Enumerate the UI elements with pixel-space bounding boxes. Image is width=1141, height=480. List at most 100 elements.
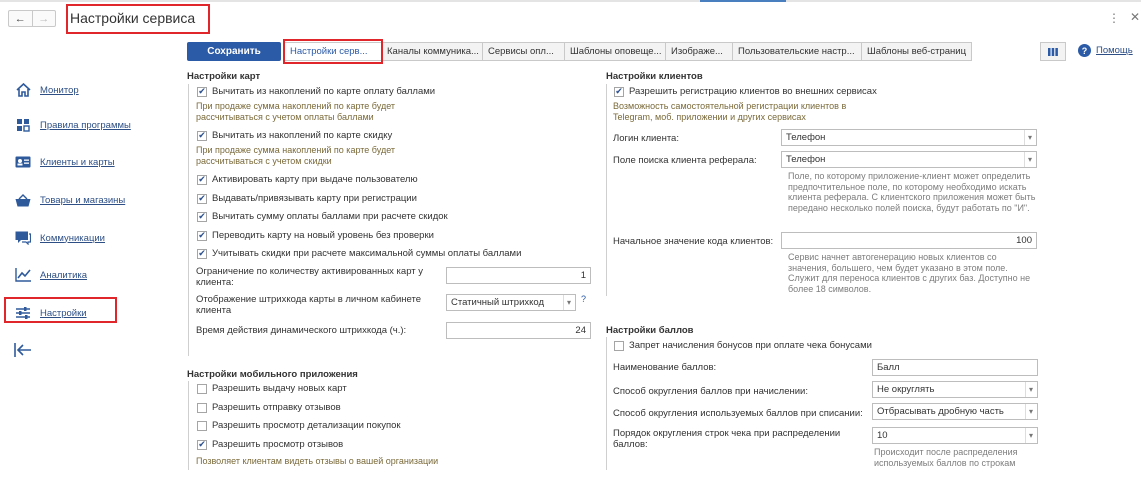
rounding-order-select[interactable]: 10 ▾: [872, 427, 1038, 444]
login-label: Логин клиента:: [613, 133, 679, 144]
limit-field[interactable]: 1: [446, 267, 591, 284]
checkbox[interactable]: [197, 230, 207, 241]
save-button[interactable]: Сохранить: [187, 42, 281, 61]
checkbox[interactable]: [197, 130, 207, 141]
select-value: Отбрасывать дробную часть: [877, 406, 1004, 417]
checkbox-label: Запрет начисления бонусов при оплате чек…: [629, 340, 872, 351]
checkbox[interactable]: [197, 211, 207, 222]
sidebar-item-analytics[interactable]: Аналитика: [14, 267, 87, 283]
tab-images[interactable]: Изображе...: [666, 42, 733, 61]
hint-text: Возможность самостоятельной регистрации …: [613, 101, 847, 122]
back-arrow-icon[interactable]: ←: [9, 11, 33, 26]
more-menu-icon[interactable]: ⋮: [1108, 11, 1120, 25]
sidebar-item-label: Клиенты и карты: [40, 156, 115, 168]
id-card-icon: [14, 154, 32, 170]
checkbox[interactable]: [197, 248, 207, 259]
card-settings-title: Настройки карт: [187, 71, 261, 82]
card-opt-activate[interactable]: Активировать карту при выдаче пользовате…: [197, 174, 418, 185]
section-divider: [606, 84, 607, 296]
checkbox-label: Активировать карту при выдаче пользовате…: [212, 174, 418, 185]
checkbox[interactable]: [197, 193, 207, 204]
sidebar-item-label: Товары и магазины: [40, 194, 126, 206]
card-opt-level-up[interactable]: Переводить карту на новый уровень без пр…: [197, 230, 434, 241]
chevron-down-icon[interactable]: ▾: [562, 295, 571, 310]
round-accrual-label: Способ округления баллов при начислении:: [613, 386, 808, 397]
tab-notification-templates[interactable]: Шаблоны оповеще...: [565, 42, 666, 61]
chevron-down-icon[interactable]: ▾: [1024, 404, 1033, 419]
dynamic-barcode-label: Время действия динамического штрихкода (…: [196, 325, 407, 336]
chevron-down-icon[interactable]: ▾: [1023, 130, 1032, 145]
tab-user-settings[interactable]: Пользовательские настр...: [733, 42, 862, 61]
active-tab-highlight-frame: [283, 39, 383, 64]
client-opt-external-registration[interactable]: Разрешить регистрацию клиентов во внешни…: [614, 86, 877, 97]
barcode-display-label: Отображение штрихкода карты в личном каб…: [196, 294, 422, 316]
mobile-opt-purchase-details[interactable]: Разрешить просмотр детализации покупок: [197, 420, 401, 431]
card-opt-deduct-discount[interactable]: Вычитать из накоплений по карте скидку: [197, 130, 392, 141]
sidebar-item-clients[interactable]: Клиенты и карты: [14, 154, 115, 170]
points-name-field[interactable]: Балл: [872, 359, 1038, 376]
checkbox[interactable]: [197, 439, 207, 450]
round-writeoff-label: Способ округления используемых баллов пр…: [613, 408, 863, 419]
checkbox[interactable]: [197, 420, 207, 431]
section-divider: [188, 84, 189, 356]
barcode-display-select[interactable]: Статичный штрихкод ▾: [446, 294, 576, 311]
card-opt-deduct-points[interactable]: Вычитать из накоплений по карте оплату б…: [197, 86, 435, 97]
checkbox-label: Вычитать из накоплений по карте оплату б…: [212, 86, 436, 97]
help-icon[interactable]: ?: [1078, 44, 1091, 57]
select-value: Телефон: [786, 132, 826, 143]
chevron-down-icon[interactable]: ▾: [1024, 428, 1033, 443]
layout-grid-button[interactable]: [1040, 42, 1066, 61]
select-value: Не округлять: [877, 384, 935, 395]
sidebar-item-goods[interactable]: Товары и магазины: [14, 192, 125, 208]
help-link[interactable]: Помощь: [1096, 45, 1133, 56]
card-opt-deduct-on-discount[interactable]: Вычитать сумму оплаты баллами при расчет…: [197, 211, 448, 222]
round-accrual-select[interactable]: Не округлять ▾: [872, 381, 1038, 398]
checkbox-label: Разрешить отправку отзывов: [212, 402, 341, 413]
dynamic-barcode-field[interactable]: 24: [446, 322, 591, 339]
mobile-settings-title: Настройки мобильного приложения: [187, 369, 358, 380]
tab-communication-channels[interactable]: Каналы коммуника...: [382, 42, 483, 61]
home-icon: [14, 82, 32, 98]
card-opt-bind-on-register[interactable]: Выдавать/привязывать карту при регистрац…: [197, 193, 417, 204]
checkbox[interactable]: [197, 383, 207, 394]
checkbox[interactable]: [197, 86, 207, 97]
points-opt-no-accrual[interactable]: Запрет начисления бонусов при оплате чек…: [614, 340, 872, 351]
sidebar-item-communications[interactable]: Коммуникации: [14, 230, 105, 246]
points-name-label: Наименование баллов:: [613, 362, 717, 373]
tab-payment-services[interactable]: Сервисы опл...: [483, 42, 565, 61]
forward-arrow-icon[interactable]: →: [33, 11, 56, 26]
tab-web-page-templates[interactable]: Шаблоны веб-страниц: [862, 42, 972, 61]
sidebar-item-label: Монитор: [40, 84, 79, 96]
login-select[interactable]: Телефон ▾: [781, 129, 1037, 146]
question-icon[interactable]: ?: [581, 294, 586, 304]
checkbox[interactable]: [197, 174, 207, 185]
mobile-opt-view-reviews[interactable]: Разрешить просмотр отзывов: [197, 439, 343, 450]
top-divider: [0, 0, 1141, 2]
round-writeoff-select[interactable]: Отбрасывать дробную часть ▾: [872, 403, 1038, 420]
chevron-down-icon[interactable]: ▾: [1023, 152, 1032, 167]
checkbox[interactable]: [197, 402, 207, 413]
checkbox[interactable]: [614, 340, 624, 351]
checkbox-label: Вычитать из накоплений по карте скидку: [212, 130, 393, 141]
sidebar: Монитор Правила программы Клиенты и карт…: [0, 34, 173, 480]
hint-text: При продаже сумма накоплений по карте бу…: [196, 101, 396, 122]
card-opt-consider-discounts[interactable]: Учитывать скидки при расчете максимально…: [197, 248, 521, 259]
checkbox[interactable]: [614, 86, 624, 97]
checkbox-label: Вычитать сумму оплаты баллами при расчет…: [212, 211, 448, 222]
mobile-opt-send-reviews[interactable]: Разрешить отправку отзывов: [197, 402, 341, 413]
sidebar-item-rules[interactable]: Правила программы: [14, 117, 131, 133]
limit-label: Ограничение по количеству активированных…: [196, 266, 424, 288]
select-value: Статичный штрихкод: [451, 297, 545, 308]
nav-buttons: ← →: [8, 10, 56, 27]
client-code-label: Начальное значение кода клиентов:: [613, 236, 774, 247]
client-code-field[interactable]: 100: [781, 232, 1037, 249]
referral-search-select[interactable]: Телефон ▾: [781, 151, 1037, 168]
sidebar-item-monitor[interactable]: Монитор: [14, 82, 79, 98]
hint-text: Поле, по которому приложение-клиент може…: [788, 171, 1036, 213]
collapse-arrow-icon[interactable]: [14, 343, 32, 362]
mobile-opt-issue-cards[interactable]: Разрешить выдачу новых карт: [197, 383, 347, 394]
checkbox-label: Разрешить регистрацию клиентов во внешни…: [629, 86, 877, 97]
close-icon[interactable]: ✕: [1130, 10, 1140, 24]
chevron-down-icon[interactable]: ▾: [1024, 382, 1033, 397]
points-settings-title: Настройки баллов: [606, 325, 694, 336]
